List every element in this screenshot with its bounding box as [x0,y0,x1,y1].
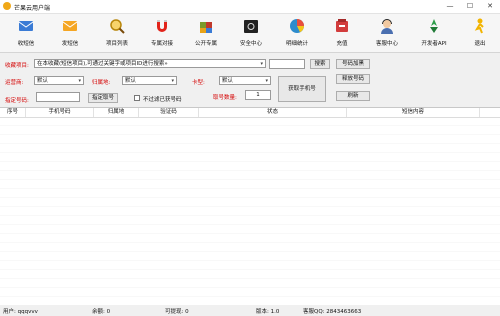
toolbar-recharge[interactable]: 充值 [320,16,364,50]
count-input[interactable]: 1 [245,90,271,100]
table-header: 序号 手机号码 归属地 验证码 状态 短信内容 [0,108,500,118]
customer-service-icon [381,19,393,34]
toolbar-exit[interactable]: 退出 [458,16,500,50]
toolbar-label: 发短信 [61,41,79,47]
user-status: 用户: qqqvvv [3,309,38,315]
pie-chart-icon [290,19,304,33]
project-label: 收藏项目: [5,63,29,69]
column-header[interactable]: 短信内容 [347,108,480,117]
toolbar-label: 安全中心 [239,41,262,47]
toolbar-send-sms[interactable]: 发短信 [48,16,92,50]
receive-sms-icon [18,21,34,31]
refresh-button[interactable]: 刷新 [336,91,370,101]
balance-status: 余额: 0 [92,309,111,315]
get-phone-button[interactable]: 获取手机号 [278,76,326,102]
column-header[interactable]: 验证码 [139,108,199,117]
maximize-button[interactable]: ☐ [460,0,480,13]
release-number-button[interactable]: 释放号码 [336,74,370,84]
version-status: 版本: 1.0 [256,309,280,315]
region-label: 归属地: [92,80,111,86]
search-project-icon [110,19,125,34]
toolbar-receive-sms[interactable]: 收短信 [4,16,48,50]
project-search-input[interactable] [269,59,305,69]
puzzle-icon [200,22,212,33]
toolbar-exclusive[interactable]: 专属对接 [140,16,184,50]
count-label: 取号数量: [213,95,237,101]
specify-number-label: 指定号码: [5,98,29,104]
exclude-label: 不过滤已获号码 [143,97,182,103]
toolbar-label: 公开专属 [194,41,217,47]
project-select[interactable]: 在本收藏(短信项目),可通过关键字或项目ID进行搜索» ▾ [34,59,266,68]
card-type-select-value: 默认 [222,78,234,84]
toolbar-customer-service[interactable]: 客服中心 [365,16,409,50]
column-header[interactable]: 归属地 [94,108,139,117]
column-header[interactable]: 手机号码 [26,108,94,117]
window-title: 芒果云用户端 [14,5,51,12]
main-toolbar: 收短信 发短信 项目列表 专属对接 公开专属 安全中心 明细统计 充值 客服中心… [0,14,500,53]
card-type-label: 卡型: [192,80,205,86]
chevron-down-icon: ▾ [171,78,174,84]
query-form: 收藏项目: 在本收藏(短信项目),可通过关键字或项目ID进行搜索» ▾ 搜索 号… [0,53,500,107]
toolbar-label: 退出 [474,41,486,47]
operator-label: 运营商: [5,80,24,86]
status-bar: 用户: qqqvvv 余额: 0 可提现: 0 版本: 1.0 客服QQ: 28… [0,305,500,316]
column-header[interactable]: 序号 [0,108,26,117]
region-select-value: 默认 [125,78,137,84]
blacklist-number-button[interactable]: 号码加黑 [336,59,370,69]
specify-number-button[interactable]: 指定取号 [88,93,118,103]
toolbar-developer-api[interactable]: 开发者API [412,16,456,50]
toolbar-label: 开发者API [421,41,447,47]
toolbar-label: 项目列表 [105,41,128,47]
chevron-down-icon: ▾ [260,61,263,67]
safe-icon [244,20,258,33]
qq-status: 客服QQ: 2843463663 [303,309,362,315]
operator-select[interactable]: 默认 ▾ [34,76,84,85]
title-bar: 芒果云用户端 — ☐ ✕ [0,0,500,14]
region-select[interactable]: 默认 ▾ [122,76,177,85]
app-logo-icon [3,2,11,10]
toolbar-project-list[interactable]: 项目列表 [95,16,139,50]
toolbar-security-center[interactable]: 安全中心 [229,16,273,50]
phone-table: 序号 手机号码 归属地 验证码 状态 短信内容 [0,107,500,307]
toolbar-label: 充值 [336,41,348,47]
withdraw-status: 可提现: 0 [165,309,189,315]
operator-select-value: 默认 [37,78,49,84]
exclude-checkbox[interactable] [134,95,140,101]
minimize-button[interactable]: — [440,0,460,13]
toolbar-public-exclusive[interactable]: 公开专属 [184,16,228,50]
chevron-down-icon: ▾ [78,78,81,84]
toolbar-label: 明细统计 [285,41,308,47]
toolbar-label: 专属对接 [150,41,173,47]
specify-number-input[interactable] [36,92,80,102]
toolbar-label: 收短信 [17,41,35,47]
toolbar-label: 客服中心 [375,41,398,47]
chevron-down-icon: ▾ [265,78,268,84]
search-button[interactable]: 搜索 [310,59,330,69]
exit-icon [474,18,484,34]
developer-api-icon [430,19,438,33]
card-type-select[interactable]: 默认 ▾ [219,76,271,85]
send-sms-icon [62,21,78,31]
toolbar-statistics[interactable]: 明细统计 [275,16,319,50]
magnet-icon [157,20,167,32]
project-select-value: 在本收藏(短信项目),可通过关键字或项目ID进行搜索» [37,61,168,67]
recharge-icon [336,19,348,32]
close-button[interactable]: ✕ [480,0,500,13]
column-header[interactable]: 状态 [199,108,347,117]
